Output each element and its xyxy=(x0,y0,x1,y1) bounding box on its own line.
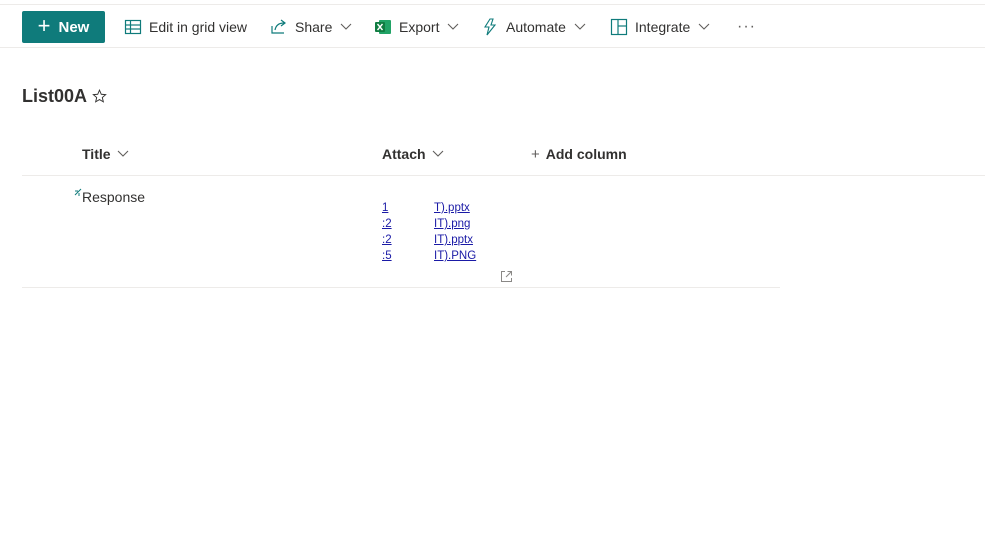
attachment-link[interactable]: 1 xyxy=(382,200,388,216)
share-label: Share xyxy=(295,19,333,35)
column-header-title[interactable]: Title xyxy=(82,144,129,164)
chevron-down-icon xyxy=(698,23,710,31)
integrate-label: Integrate xyxy=(635,19,691,35)
attachment-link[interactable]: :5 xyxy=(382,248,392,264)
chevron-down-icon xyxy=(117,150,129,158)
attachment-link[interactable]: :2 xyxy=(382,216,392,232)
edit-in-grid-view-label: Edit in grid view xyxy=(149,19,248,35)
attachment-link[interactable]: :2 xyxy=(382,232,392,248)
grid-icon xyxy=(124,18,142,36)
more-icon: ··· xyxy=(737,18,756,35)
integrate-button[interactable]: Integrate xyxy=(610,11,710,43)
attachment-link[interactable]: T).pptx xyxy=(434,200,470,216)
new-item-indicator-icon xyxy=(74,183,82,201)
header-divider xyxy=(22,175,985,176)
excel-icon xyxy=(374,18,392,36)
column-header-label: Title xyxy=(82,146,111,162)
new-button-label: New xyxy=(58,18,90,36)
share-button[interactable]: Share xyxy=(270,11,352,43)
column-header-label: Attach xyxy=(382,146,426,162)
attachment-link[interactable]: IT).png xyxy=(434,216,470,232)
more-options-button[interactable]: ··· xyxy=(737,11,756,43)
chevron-down-icon xyxy=(574,23,586,31)
automate-button[interactable]: Automate xyxy=(481,11,586,43)
sharepoint-list-page: + New Edit in grid view Share Export Aut… xyxy=(0,0,985,537)
open-external-icon[interactable] xyxy=(500,270,513,288)
attachment-link[interactable]: IT).pptx xyxy=(434,232,473,248)
page-title: List00A xyxy=(22,86,88,106)
chevron-down-icon xyxy=(447,23,459,31)
new-button[interactable]: + New xyxy=(22,11,105,43)
automate-label: Automate xyxy=(506,19,566,35)
edit-in-grid-view-button[interactable]: Edit in grid view xyxy=(124,11,247,43)
export-button[interactable]: Export xyxy=(374,11,459,43)
share-icon xyxy=(270,18,288,36)
export-label: Export xyxy=(399,19,440,35)
chevron-down-icon xyxy=(340,23,352,31)
row-divider xyxy=(22,287,780,288)
add-column-label: Add column xyxy=(545,146,627,162)
column-header-attach[interactable]: Attach xyxy=(382,144,444,164)
plus-icon: + xyxy=(37,13,51,38)
attachment-link[interactable]: IT).PNG xyxy=(434,248,476,264)
chevron-down-icon xyxy=(432,150,444,158)
integrate-icon xyxy=(610,18,628,36)
command-bar: + New Edit in grid view Share Export Aut… xyxy=(0,4,985,48)
favorite-star-icon[interactable] xyxy=(92,88,107,109)
plus-icon: + xyxy=(531,145,540,163)
row-title-cell[interactable]: Response xyxy=(82,189,145,205)
add-column-button[interactable]: + Add column xyxy=(531,144,627,164)
automate-icon xyxy=(481,18,499,36)
